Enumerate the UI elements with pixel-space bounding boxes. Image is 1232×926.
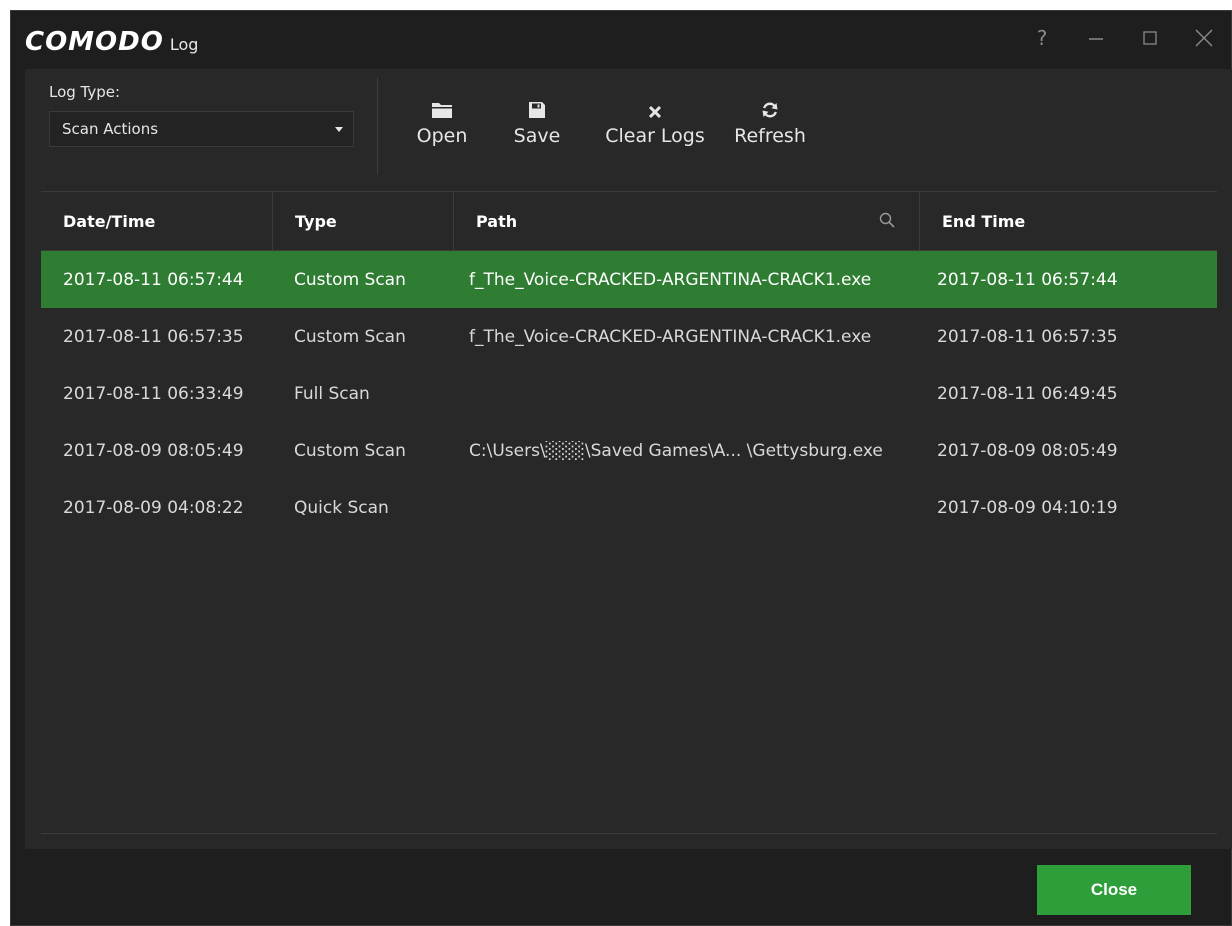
header-date-time[interactable]: Date/Time — [41, 192, 272, 250]
table-header: Date/Time Type Path End Time — [41, 191, 1217, 251]
cell-type: Custom Scan — [294, 269, 406, 290]
cell-date-time: 2017-08-09 04:08:22 — [63, 497, 244, 518]
help-button[interactable]: ? — [1015, 21, 1069, 55]
save-icon — [529, 102, 545, 118]
window-controls: ? — [1015, 21, 1231, 55]
brand: COMODO Log — [25, 27, 198, 57]
folder-icon — [432, 103, 452, 118]
window-title: Log — [169, 35, 199, 54]
log-type-value: Scan Actions — [62, 120, 159, 138]
help-icon: ? — [1036, 26, 1048, 50]
save-label: Save — [513, 125, 561, 147]
table-row[interactable]: 2017-08-11 06:33:49 Full Scan 2017-08-11… — [41, 365, 1217, 422]
clear-logs-label: Clear Logs — [605, 125, 705, 147]
header-path[interactable]: Path — [453, 192, 919, 250]
close-button[interactable]: Close — [1037, 865, 1191, 915]
table-row[interactable]: 2017-08-09 08:05:49 Custom Scan C:\Users… — [41, 422, 1217, 479]
maximize-button[interactable] — [1123, 21, 1177, 55]
close-window-button[interactable] — [1177, 21, 1231, 55]
log-type-select[interactable]: Scan Actions — [49, 111, 354, 147]
title-bar: COMODO Log ? — [11, 11, 1231, 69]
cell-date-time: 2017-08-09 08:05:49 — [63, 440, 244, 461]
open-label: Open — [416, 125, 468, 147]
header-type[interactable]: Type — [272, 192, 453, 250]
comodo-logo: COMODO — [25, 27, 164, 57]
header-end-time[interactable]: End Time — [919, 192, 1217, 250]
cell-path: f_The_Voice-CRACKED-ARGENTINA-CRACK1.exe — [469, 269, 872, 290]
refresh-icon — [762, 102, 778, 118]
cell-date-time: 2017-08-11 06:57:35 — [63, 326, 244, 347]
search-icon[interactable] — [879, 212, 895, 232]
cell-end-time: 2017-08-09 04:10:19 — [937, 497, 1118, 518]
close-icon — [1195, 29, 1213, 47]
refresh-button[interactable]: Refresh — [725, 93, 815, 147]
cell-date-time: 2017-08-11 06:33:49 — [63, 383, 244, 404]
cell-end-time: 2017-08-11 06:57:44 — [937, 269, 1118, 290]
log-table: Date/Time Type Path End Time 2017-08-11 … — [41, 191, 1217, 536]
minimize-icon — [1089, 38, 1103, 40]
table-row[interactable]: 2017-08-09 04:08:22 Quick Scan 2017-08-0… — [41, 479, 1217, 536]
clear-icon — [648, 105, 662, 119]
open-button[interactable]: Open — [395, 93, 489, 147]
toolbar-divider — [377, 77, 378, 175]
cell-type: Custom Scan — [294, 326, 406, 347]
header-path-label: Path — [476, 211, 518, 231]
log-window: COMODO Log ? Log Type: Scan Actions Open… — [10, 10, 1232, 926]
table-bottom-border — [41, 833, 1217, 834]
cell-end-time: 2017-08-11 06:57:35 — [937, 326, 1118, 347]
clear-logs-button[interactable]: Clear Logs — [585, 93, 725, 147]
cell-end-time: 2017-08-11 06:49:45 — [937, 383, 1118, 404]
table-row[interactable]: 2017-08-11 06:57:35 Custom Scan f_The_Vo… — [41, 308, 1217, 365]
log-panel: Log Type: Scan Actions Open Save Clear L… — [25, 69, 1232, 849]
cell-date-time: 2017-08-11 06:57:44 — [63, 269, 244, 290]
minimize-button[interactable] — [1069, 21, 1123, 55]
cell-type: Quick Scan — [294, 497, 389, 518]
table-row[interactable]: 2017-08-11 06:57:44 Custom Scan f_The_Vo… — [41, 251, 1217, 308]
cell-path: f_The_Voice-CRACKED-ARGENTINA-CRACK1.exe — [469, 326, 872, 347]
cell-path: C:\Users\░░░\Saved Games\A... \Gettysbur… — [469, 440, 883, 461]
log-type-group: Log Type: Scan Actions — [49, 83, 354, 147]
maximize-icon — [1143, 31, 1157, 45]
refresh-label: Refresh — [734, 125, 806, 147]
toolbar: Open Save Clear Logs Refresh — [395, 93, 815, 147]
cell-end-time: 2017-08-09 08:05:49 — [937, 440, 1118, 461]
dropdown-arrow-icon — [335, 127, 343, 132]
save-button[interactable]: Save — [489, 93, 585, 147]
cell-type: Full Scan — [294, 383, 370, 404]
cell-type: Custom Scan — [294, 440, 406, 461]
log-type-label: Log Type: — [49, 83, 121, 101]
